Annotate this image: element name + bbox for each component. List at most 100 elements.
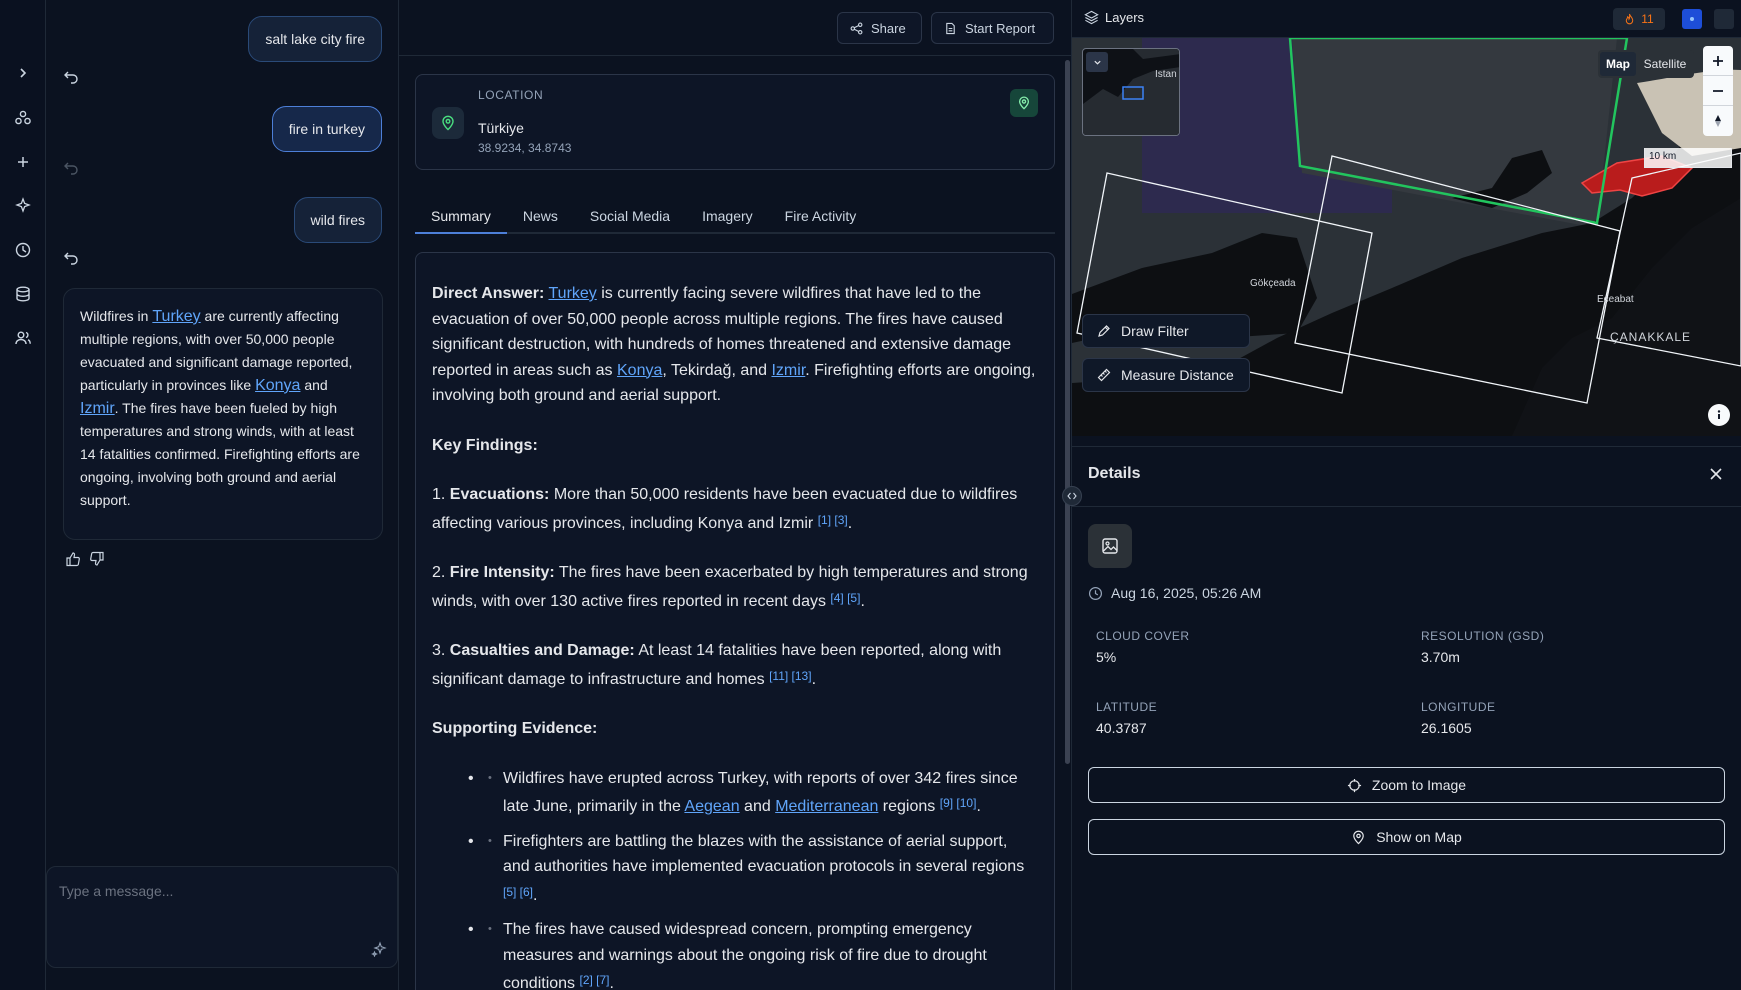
thumbs-down-icon[interactable]	[89, 551, 105, 567]
finding-3: 3. Casualties and Damage: At least 14 fa…	[432, 638, 1038, 692]
link-turkey[interactable]: Turkey	[152, 308, 200, 325]
finding-2: 2. Fire Intensity: The fires have been e…	[432, 560, 1038, 614]
undo-icon[interactable]	[63, 249, 79, 265]
share-label: Share	[871, 20, 906, 36]
message-text: Wildfires in	[80, 308, 153, 324]
user-message[interactable]: salt lake city fire	[248, 16, 382, 62]
link-konya[interactable]: Konya	[255, 377, 300, 394]
link-konya[interactable]: Konya	[617, 362, 662, 379]
chat-panel: salt lake city fire fire in turkey wild …	[46, 0, 399, 990]
zoom-out-button[interactable]	[1703, 76, 1733, 106]
history-icon[interactable]	[11, 238, 35, 262]
close-button[interactable]	[1709, 467, 1723, 481]
layers-icon	[1084, 10, 1099, 25]
location-pin-icon	[432, 107, 464, 139]
cloud-cover-field: CLOUD COVER 5%	[1096, 629, 1190, 665]
plus-icon[interactable]	[11, 150, 35, 174]
fire-count-badge[interactable]: 11	[1613, 8, 1665, 30]
info-icon	[1717, 410, 1721, 419]
zoom-in-button[interactable]	[1703, 46, 1733, 76]
show-on-map-button[interactable]: Show on Map	[1088, 819, 1725, 855]
share-button[interactable]: Share	[837, 12, 922, 44]
citation-link[interactable]: [9] [10]	[940, 796, 977, 810]
link-izmir[interactable]: Izmir	[80, 400, 115, 417]
clock-icon	[1088, 586, 1103, 600]
citation-link[interactable]: [11] [13]	[769, 669, 811, 683]
link-izmir[interactable]: Izmir	[771, 362, 805, 379]
expand-chevron-icon[interactable]	[11, 61, 35, 85]
tab-social-media[interactable]: Social Media	[574, 204, 686, 234]
zoom-to-image-label: Zoom to Image	[1371, 777, 1467, 793]
tab-news[interactable]: News	[507, 204, 574, 234]
document-icon	[946, 22, 955, 34]
sparkle-icon[interactable]	[11, 194, 35, 218]
user-message[interactable]: fire in turkey	[271, 106, 382, 152]
tab-fire-activity[interactable]: Fire Activity	[769, 204, 873, 234]
image-icon	[1102, 538, 1118, 554]
ai-sparkle-icon[interactable]	[371, 941, 387, 957]
image-thumbnail[interactable]	[1088, 524, 1132, 568]
minimap-collapse-button[interactable]	[1086, 52, 1108, 72]
assistant-message: Wildfires in Turkey are currently affect…	[63, 288, 383, 540]
database-icon[interactable]	[11, 282, 35, 306]
link-aegean[interactable]: Aegean	[684, 798, 739, 815]
scrollbar[interactable]	[1065, 60, 1070, 764]
list-item: Firefighters are battling the blazes wit…	[468, 829, 1038, 909]
details-title: Details	[1088, 465, 1141, 482]
longitude-value: 26.1605	[1421, 720, 1472, 736]
tab-summary[interactable]: Summary	[415, 204, 507, 234]
latitude-label: LATITUDE	[1096, 700, 1158, 714]
zoom-to-image-button[interactable]: Zoom to Image	[1088, 767, 1725, 803]
tab-imagery[interactable]: Imagery	[686, 204, 769, 234]
citation-link[interactable]: [5] [6]	[503, 885, 533, 899]
user-message[interactable]: wild fires	[293, 197, 382, 243]
details-panel: Details Aug 16, 2025, 05:26 AM CLOUD COV…	[1072, 446, 1741, 990]
map-panel: Layers 11 Gökçeada Eceabat ÇANAKKALE Ist…	[1072, 0, 1741, 990]
draw-pencil-icon	[1098, 325, 1110, 337]
capture-date-text: Aug 16, 2025, 05:26 AM	[1111, 585, 1262, 601]
citation-link[interactable]: [2] [7]	[580, 973, 610, 987]
map-pin-button[interactable]	[1010, 89, 1038, 117]
message-composer	[46, 866, 398, 968]
citation-link[interactable]: [4] [5]	[830, 591, 860, 605]
resize-handle[interactable]	[1062, 486, 1082, 506]
measure-distance-label: Measure Distance	[1121, 367, 1234, 383]
dark-layer-toggle[interactable]	[1714, 9, 1734, 29]
resolution-value: 3.70m	[1421, 649, 1460, 665]
undo-icon[interactable]	[63, 159, 79, 175]
map-canvas[interactable]: Gökçeada Eceabat ÇANAKKALE Istan Map Sat…	[1072, 38, 1741, 436]
message-input[interactable]	[47, 867, 397, 967]
network-icon[interactable]	[11, 106, 35, 130]
link-mediterranean[interactable]: Mediterranean	[775, 798, 878, 815]
attribution-info-button[interactable]	[1708, 404, 1730, 426]
start-report-button[interactable]: Start Report	[931, 12, 1054, 44]
users-icon[interactable]	[11, 326, 35, 350]
citation-link[interactable]: [1] [3]	[818, 513, 848, 527]
toggle-satellite[interactable]: Satellite	[1638, 52, 1692, 76]
layers-label: Layers	[1105, 10, 1145, 25]
measure-distance-button[interactable]: Measure Distance	[1082, 358, 1250, 392]
layers-bar: Layers 11	[1072, 0, 1741, 38]
close-icon	[1710, 468, 1722, 480]
minimap-label: Istan	[1155, 69, 1177, 80]
minimap[interactable]: Istan	[1082, 48, 1180, 136]
undo-icon[interactable]	[63, 68, 79, 84]
toggle-map[interactable]: Map	[1600, 52, 1636, 76]
punctuation: .	[847, 514, 853, 532]
blue-layer-toggle[interactable]	[1682, 9, 1702, 29]
thumbs-up-icon[interactable]	[65, 551, 81, 567]
direct-answer-label: Direct Answer:	[432, 285, 545, 302]
fire-icon	[1626, 13, 1634, 24]
compass-button[interactable]	[1703, 106, 1733, 136]
latitude-field: LATITUDE 40.3787	[1096, 700, 1157, 736]
layers-button[interactable]: Layers	[1084, 10, 1144, 25]
draw-filter-button[interactable]: Draw Filter	[1082, 314, 1250, 348]
item-text: Firefighters are battling the blazes wit…	[503, 832, 1025, 876]
cloud-cover-label: CLOUD COVER	[1096, 629, 1190, 643]
longitude-label: LONGITUDE	[1421, 700, 1496, 714]
link-turkey[interactable]: Turkey	[548, 285, 596, 302]
supporting-evidence-heading: Supporting Evidence:	[432, 716, 1038, 742]
evidence-list: Wildfires have erupted across Turkey, wi…	[432, 766, 1038, 990]
basemap-toggle: Map Satellite	[1598, 50, 1694, 78]
minus-icon	[1713, 89, 1723, 92]
